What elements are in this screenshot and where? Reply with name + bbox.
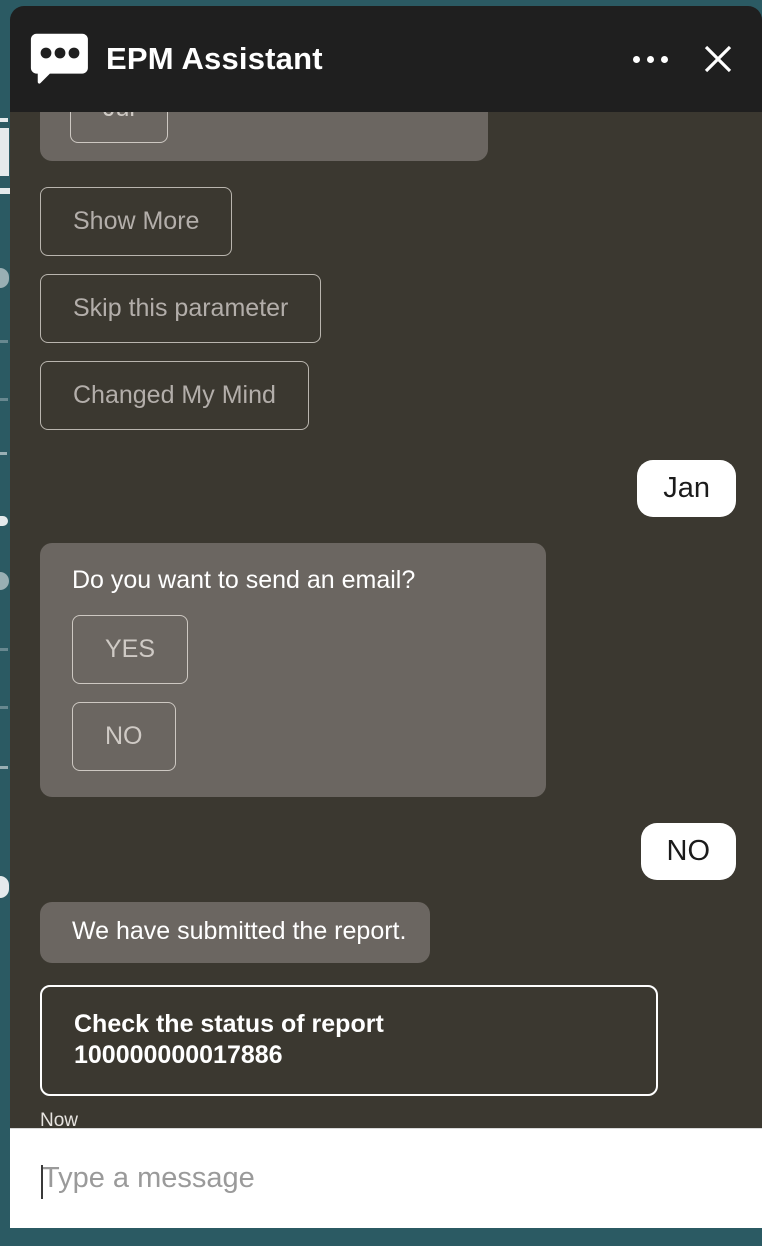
background-artifact [0, 128, 9, 176]
quick-reply-changed-my-mind[interactable]: Changed My Mind [40, 361, 309, 430]
yes-no-group: YES NO [72, 614, 526, 771]
message-row: Jul [40, 112, 736, 161]
message-composer[interactable] [10, 1128, 762, 1228]
message-row: Check the status of report 1000000000178… [40, 985, 736, 1097]
background-artifact [0, 188, 10, 194]
suggestion-card-check-report-status[interactable]: Check the status of report 1000000000178… [40, 985, 658, 1097]
background-artifact [0, 268, 9, 288]
assistant-window: EPM Assistant Jul [10, 6, 762, 1228]
more-horizontal-icon [632, 55, 668, 63]
message-row: Do you want to send an email? YES NO [40, 543, 736, 797]
background-artifact [0, 766, 8, 769]
close-button[interactable] [692, 33, 744, 85]
message-input[interactable] [42, 1162, 730, 1195]
suggestion-line-1: Check the status of report [74, 1010, 384, 1039]
message-row: NO [40, 822, 736, 880]
background-artifact [0, 876, 9, 898]
text-caret [41, 1165, 43, 1199]
quick-reply-skip-parameter[interactable]: Skip this parameter [40, 274, 322, 343]
choice-chip-jul[interactable]: Jul [70, 112, 168, 143]
background-artifact [0, 340, 8, 343]
suggestion-line-2: 100000000017886 [74, 1040, 283, 1069]
more-options-button[interactable] [624, 33, 676, 85]
background-artifact [0, 572, 9, 590]
background-artifact [0, 398, 8, 401]
page-title: EPM Assistant [106, 41, 323, 76]
user-message-bubble-jan: Jan [637, 460, 736, 518]
background-artifact [0, 706, 8, 709]
close-icon [704, 45, 732, 73]
choice-chip-yes[interactable]: YES [72, 614, 189, 684]
bot-message-bubble-clipped: Jul [40, 112, 488, 161]
quick-reply-group: Show More Skip this parameter Changed My… [40, 187, 736, 430]
choice-chip-no[interactable]: NO [72, 701, 176, 771]
background-artifact [0, 516, 8, 526]
chat-bubble-dots-icon [30, 33, 88, 84]
message-row: We have submitted the report. [40, 901, 736, 964]
bot-message-text: Do you want to send an email? [72, 566, 416, 595]
bot-message-bubble-email-question: Do you want to send an email? YES NO [40, 543, 546, 797]
quick-reply-show-more[interactable]: Show More [40, 187, 233, 256]
page-root: EPM Assistant Jul [0, 0, 762, 1246]
assistant-header: EPM Assistant [10, 6, 762, 112]
conversation-log[interactable]: Jul Show More Skip this parameter Change… [10, 112, 762, 1128]
user-message-bubble-no: NO [640, 822, 736, 880]
message-timestamp: Now [40, 1110, 79, 1128]
background-artifact [0, 118, 8, 122]
message-row: Jan [40, 460, 736, 518]
background-artifact [0, 452, 7, 455]
bot-message-bubble-submitted: We have submitted the report. [40, 901, 431, 964]
background-artifact [0, 648, 8, 651]
